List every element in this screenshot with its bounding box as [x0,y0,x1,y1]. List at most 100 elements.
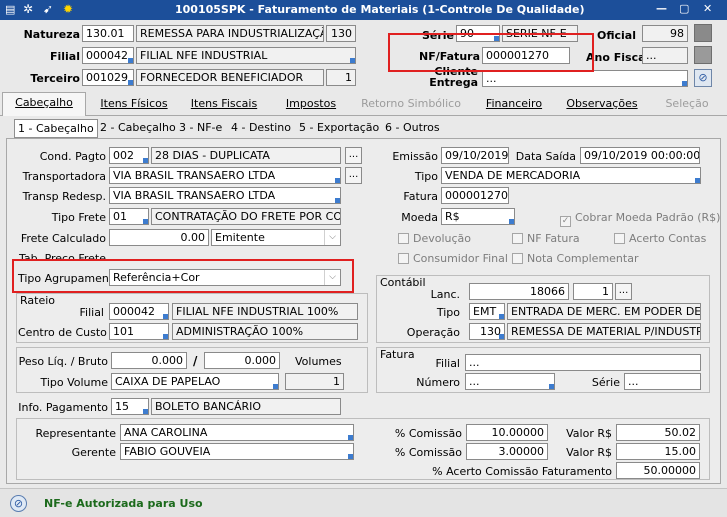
data-saida-field[interactable]: 09/10/2019 00:00:00 [580,147,700,164]
tab-selecao[interactable]: Seleção [650,94,724,116]
peso-bruto-field[interactable]: 0.000 [204,352,280,369]
representante-pct-label: % Comissão [394,427,462,440]
transportadora-field[interactable]: VIA BRASIL TRANSAERO LTDA [109,167,341,184]
representante-label: Representante [35,427,116,440]
nf-fatura-label: NF/Fatura [419,50,480,63]
volumes-label: Volumes [295,355,342,368]
lightbulb-icon[interactable]: ✹ [63,2,73,16]
tipo-label: Tipo [414,170,438,183]
fatura-serie-field[interactable]: ... [624,373,701,390]
terceiro-desc-field: FORNECEDOR BENEFICIADOR [136,69,324,86]
devolucao-checkbox[interactable]: Devolução [398,232,471,245]
subtab-4-destino[interactable]: 4 - Destino [228,119,294,138]
close-button[interactable]: ✕ [703,2,712,15]
frete-calculado-field[interactable]: 0.00 [109,229,209,246]
operacao-code-field[interactable]: 130 [469,323,505,340]
cond-pagto-code-field[interactable]: 002 [109,147,149,164]
nfe-status-icon: ⊘ [10,495,27,512]
chevron-down-icon[interactable]: ⌵ [324,230,340,245]
lanc-label: Lanc. [430,288,460,301]
natureza-desc-field: REMESSA PARA INDUSTRIALIZAÇÃO [136,25,324,42]
tipo-volume-field[interactable]: CAIXA DE PAPELAO [111,373,279,390]
tipo-agrupamento-select[interactable]: Referência+Cor ⌵ [109,269,341,286]
nf-fatura-checkbox[interactable]: NF Fatura [512,232,580,245]
lanc-field[interactable]: 18066 [469,283,569,300]
representante-pct-field[interactable]: 10.00000 [466,424,548,441]
fatura-numero-field[interactable]: ... [465,373,555,390]
tipo-field[interactable]: VENDA DE MERCADORIA [441,167,701,184]
title-bar[interactable]: ▤ ✲ ➹ ✹ 100105SPK - Faturamento de Mater… [0,0,727,20]
contabil-tipo-code-field[interactable]: EMT [469,303,505,320]
tab-observacoes[interactable]: Observações [558,94,646,116]
serie-field[interactable]: 90 [456,25,500,42]
moeda-field[interactable]: R$ [441,208,515,225]
centro-custo-code-field[interactable]: 101 [109,323,169,340]
emissao-field[interactable]: 09/10/2019 [441,147,509,164]
fatura-serie-label: Série [591,376,620,389]
grid-button[interactable] [694,24,712,42]
edit-button[interactable] [694,46,712,64]
serie-desc-field: SERIE NF-E [502,25,578,42]
chevron-down-icon[interactable]: ⌵ [324,270,340,285]
representante-valor-label: Valor R$ [566,427,612,440]
fatura-field[interactable]: 000001270 [441,187,509,204]
terceiro-label: Terceiro [30,72,80,85]
volumes-field[interactable]: 1 [285,373,344,390]
acerto-comissao-field[interactable]: 50.00000 [616,462,700,479]
subtab-5-exportacao[interactable]: 5 - Exportação [296,119,382,138]
subtab-1-cabecalho[interactable]: 1 - Cabeçalho [14,119,98,138]
maximize-button[interactable]: ▢ [679,2,689,15]
tab-cabecalho[interactable]: Cabeçalho [2,92,86,116]
tipo-frete-code-field[interactable]: 01 [109,208,149,225]
gerente-field[interactable]: FABIO GOUVEIA [120,443,354,460]
cond-pagto-desc-field: 28 DIAS - DUPLICATA [151,147,341,164]
tools-icon[interactable]: ✲ [23,2,33,16]
transp-redesp-field[interactable]: VIA BRASIL TRANSAERO LTDA [109,187,341,204]
representante-field[interactable]: ANA CAROLINA [120,424,354,441]
acerto-contas-checkbox[interactable]: Acerto Contas [614,232,706,245]
frete-emitente-select[interactable]: Emitente ⌵ [211,229,341,246]
tab-impostos[interactable]: Impostos [274,94,348,116]
frete-calculado-label: Frete Calculado [20,232,106,245]
rocket-icon[interactable]: ➹ [43,2,53,16]
natureza-code-field[interactable]: 130.01 [82,25,134,42]
nota-complementar-checkbox[interactable]: Nota Complementar [512,252,638,265]
transportadora-lookup-button[interactable]: ... [345,167,362,184]
tab-financeiro[interactable]: Financeiro [476,94,552,116]
fatura-filial-field[interactable]: ... [465,354,701,371]
tipo-volume-label: Tipo Volume [40,376,108,389]
contabil-tipo-label: Tipo [436,306,460,319]
cliente-entrega-label-2: Entrega [429,76,478,89]
subtab-6-outros[interactable]: 6 - Outros [382,119,443,138]
representante-valor-field[interactable]: 50.02 [616,424,700,441]
rateio-filial-code-field[interactable]: 000042 [109,303,169,320]
gerente-pct-field[interactable]: 3.00000 [466,443,548,460]
tab-itens-fiscais[interactable]: Itens Fiscais [184,94,264,116]
transp-redesp-label: Transp Redesp. [22,190,106,203]
attach-icon[interactable]: ⊘ [694,69,712,87]
centro-custo-desc-field: ADMINISTRAÇÃO 100% [172,323,358,340]
minimize-button[interactable]: — [656,2,667,15]
nf-fatura-field[interactable]: 000001270 [482,47,570,64]
tab-retorno-simbolico[interactable]: Retorno Simbólico [352,94,470,116]
status-text: NF-e Autorizada para Uso [44,497,203,510]
consumidor-final-checkbox[interactable]: Consumidor Final [398,252,508,265]
peso-separator: / [193,354,198,368]
subtab-2-cabecalho[interactable]: 2 - Cabeçalho [97,119,179,138]
cond-pagto-lookup-button[interactable]: ... [345,147,362,164]
lanc-seq-field[interactable]: 1 [573,283,613,300]
terceiro-code-field[interactable]: 001029 [82,69,134,86]
rateio-filial-label: Filial [79,306,105,319]
contabil-tipo-desc-field: ENTRADA DE MERC. EM PODER DE TERCEIRO [507,303,701,320]
cliente-entrega-field[interactable]: ... [482,70,688,87]
gerente-valor-field[interactable]: 15.00 [616,443,700,460]
tab-itens-fisicos[interactable]: Itens Físicos [92,94,176,116]
info-pagamento-code-field[interactable]: 15 [111,398,149,415]
peso-liq-field[interactable]: 0.000 [111,352,187,369]
system-menu-icon[interactable]: ▤ [5,3,15,16]
filial-code-field[interactable]: 000042 [82,47,134,64]
subtab-3-nfe[interactable]: 3 - NF-e [176,119,225,138]
lanc-lookup-button[interactable]: ... [615,283,632,300]
tipo-agrupamento-label: Tipo Agrupamento [18,272,120,285]
cobrar-moeda-checkbox[interactable]: ✓ Cobrar Moeda Padrão (R$) [560,211,720,227]
